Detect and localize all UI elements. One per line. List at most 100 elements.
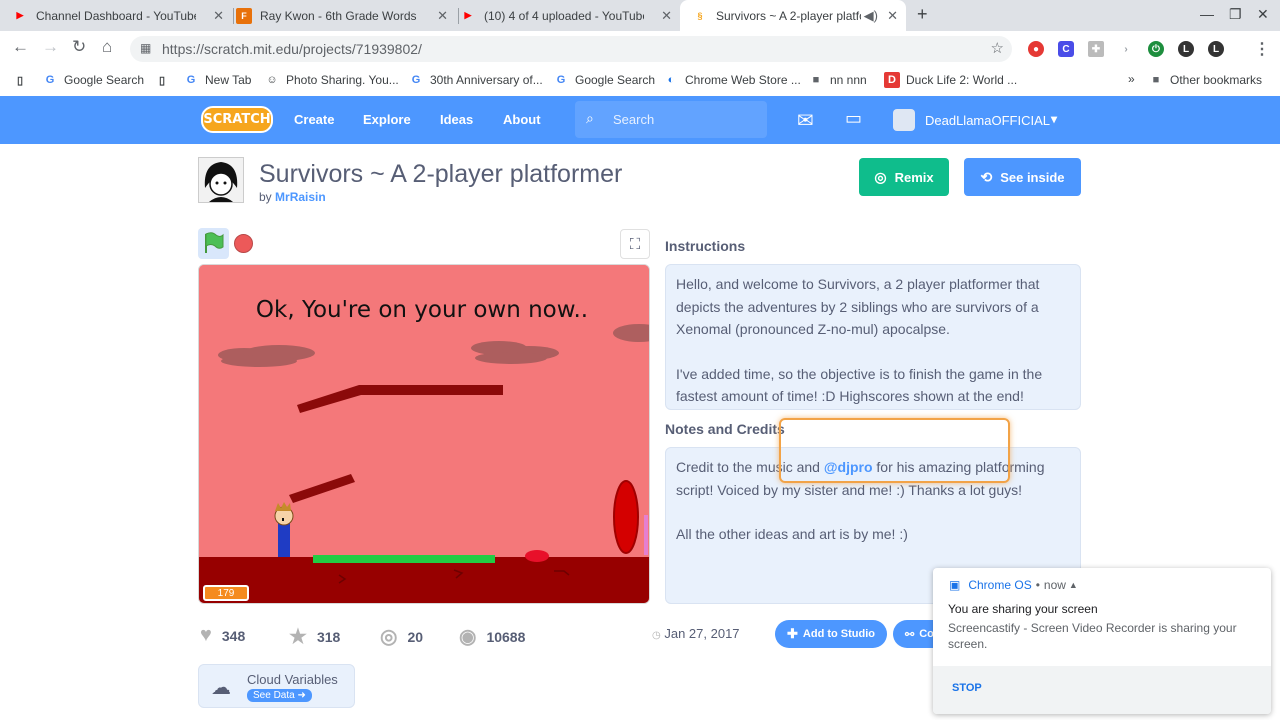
favorites-stat[interactable]: ★ 318 <box>289 624 340 649</box>
star-icon[interactable]: ☆ <box>991 39 1004 57</box>
extension-icon[interactable]: ● <box>1028 41 1044 57</box>
cursor-highlight <box>779 418 1010 483</box>
my-stuff-folder-icon[interactable]: ▭ <box>845 108 862 129</box>
scratch-icon: § <box>697 10 703 21</box>
f-icon: F <box>236 7 252 24</box>
remix-button[interactable]: ◎ Remix <box>859 158 949 196</box>
eye-icon: ◉ <box>459 626 477 648</box>
bookmark-item[interactable]: G Google Search <box>553 72 655 88</box>
url-text: https://scratch.mit.edu/projects/7193980… <box>162 41 422 57</box>
author-avatar[interactable] <box>198 157 244 203</box>
remix-label: Remix <box>894 169 934 185</box>
back-icon[interactable]: ← <box>12 37 29 57</box>
bookmark-apps[interactable]: ▯ <box>12 72 34 88</box>
tab-separator <box>458 8 459 24</box>
close-icon[interactable]: ✕ <box>213 8 224 24</box>
page-icon: ▯ <box>158 74 166 87</box>
address-bar[interactable]: ▦ https://scratch.mit.edu/projects/71939… <box>130 36 1012 62</box>
bookmark-label: Google Search <box>575 73 656 87</box>
minimize-icon[interactable]: — <box>1200 6 1214 22</box>
messages-icon[interactable]: ✉ <box>797 108 814 133</box>
extension-puzzle-icon[interactable]: ✚ <box>1088 41 1104 57</box>
google-icon: G <box>411 74 421 86</box>
extension-lp-icon[interactable]: L <box>1178 41 1194 57</box>
notes-heading: Notes and Credits <box>665 421 785 437</box>
notification-dot: • <box>1035 578 1040 592</box>
see-inside-button[interactable]: ⟲ See inside <box>964 158 1081 196</box>
notification-source: Chrome OS <box>968 578 1032 592</box>
search-placeholder: Search <box>613 112 655 127</box>
speaker-icon[interactable]: ◀) <box>864 8 878 24</box>
home-icon[interactable]: ⌂ <box>102 37 112 57</box>
see-data-button[interactable]: See Data ➜ <box>247 689 312 702</box>
see-data-label: See Data <box>253 690 295 701</box>
project-date: ◷ Jan 27, 2017 <box>652 626 740 641</box>
loves-stat[interactable]: ♥ 348 <box>200 624 245 647</box>
bookmark-item[interactable]: ☺ Photo Sharing. You... <box>264 72 398 88</box>
notification-title: You are sharing your screen <box>948 602 1098 616</box>
project-stage[interactable]: Ok, You're on your own now.. 179 <box>198 264 650 604</box>
cast-icon: ▣ <box>949 578 961 592</box>
browser-tab[interactable]: ▶ (10) 4 of 4 uploaded - YouTube ✕ <box>460 0 680 31</box>
browser-tab[interactable]: ▶ Channel Dashboard - YouTube Studio ✕ <box>12 0 232 31</box>
nav-about[interactable]: About <box>503 112 541 127</box>
folder-icon: ■ <box>1152 74 1160 86</box>
forward-icon[interactable]: → <box>42 37 59 57</box>
extension-arrow-icon[interactable]: › <box>1118 41 1134 57</box>
nav-create[interactable]: Create <box>294 112 334 127</box>
new-tab-button[interactable]: + <box>917 4 928 25</box>
link-icon: ⚯ <box>905 628 915 641</box>
restore-icon[interactable]: ❐ <box>1229 6 1242 23</box>
author-link[interactable]: MrRaisin <box>275 190 326 204</box>
chevron-down-icon[interactable]: ▾ <box>1051 112 1057 126</box>
close-icon[interactable]: ✕ <box>661 8 672 24</box>
see-inside-label: See inside <box>1000 169 1065 185</box>
reload-icon[interactable]: ↻ <box>72 37 86 57</box>
search-input[interactable]: ⌕ Search <box>575 101 767 138</box>
power-icon[interactable]: ⏻ <box>1148 41 1164 57</box>
bookmark-item[interactable]: ■ nn nnn <box>808 72 867 88</box>
chevron-up-icon[interactable]: ▲ <box>1069 580 1078 590</box>
bookmark-item[interactable]: G Google Search <box>42 72 144 88</box>
other-bookmarks[interactable]: ■ Other bookmarks <box>1148 72 1262 88</box>
bookmark-item[interactable]: ◐ Chrome Web Store ... <box>663 72 801 88</box>
stage-canvas[interactable]: Ok, You're on your own now.. <box>199 265 650 604</box>
stop-sharing-button[interactable]: STOP <box>952 682 982 694</box>
search-icon: ⌕ <box>586 110 594 126</box>
bookmark-label: Other bookmarks <box>1170 73 1263 87</box>
nav-explore[interactable]: Explore <box>363 112 411 127</box>
add-to-studio-button[interactable]: ✚ Add to Studio <box>775 620 887 648</box>
favorites-count: 318 <box>316 628 341 645</box>
notification-actions: STOP <box>933 666 1271 714</box>
bookmark-item[interactable]: G 30th Anniversary of... <box>408 72 543 88</box>
page-info-icon[interactable]: ▦ <box>140 41 151 55</box>
user-avatar[interactable] <box>893 109 915 131</box>
google-icon: G <box>556 74 566 86</box>
extension-c-icon[interactable]: C <box>1058 41 1074 57</box>
nav-ideas[interactable]: Ideas <box>440 112 473 127</box>
extension-lp2-icon[interactable]: L <box>1208 41 1224 57</box>
close-window-icon[interactable]: ✕ <box>1257 6 1269 23</box>
youtube-icon: ▶ <box>16 10 24 20</box>
username[interactable]: DeadLlamaOFFICIAL <box>925 113 1050 128</box>
more-bookmarks-icon[interactable]: » <box>1128 72 1135 86</box>
bookmark-item[interactable]: ▯ <box>154 72 176 88</box>
bookmark-item[interactable]: D Duck Life 2: World ... <box>884 72 1017 88</box>
browser-tab-active[interactable]: § Survivors ~ A 2-player platformer ◀) ✕ <box>680 0 906 31</box>
green-flag-button[interactable] <box>198 228 229 259</box>
see-inside-icon: ⟲ <box>980 168 993 185</box>
browser-tab[interactable]: F Ray Kwon - 6th Grade Words - Cool Math… <box>236 0 456 31</box>
bookmark-label: nn nnn <box>830 73 867 87</box>
photo-icon: ☺ <box>266 74 278 86</box>
bookmark-label: 30th Anniversary of... <box>430 73 543 87</box>
scratch-logo[interactable]: SCRATCH <box>201 106 273 133</box>
plus-icon: ✚ <box>787 626 798 641</box>
bookmark-item[interactable]: G New Tab <box>183 72 252 88</box>
chrome-store-icon: ◐ <box>667 74 675 86</box>
close-icon[interactable]: ✕ <box>887 8 898 24</box>
menu-dots-icon[interactable]: ⋮ <box>1254 41 1270 58</box>
fullscreen-icon[interactable]: ⛶ <box>620 229 650 259</box>
youtube-icon: ▶ <box>464 10 472 20</box>
stop-button[interactable] <box>234 234 253 253</box>
close-icon[interactable]: ✕ <box>437 8 448 24</box>
